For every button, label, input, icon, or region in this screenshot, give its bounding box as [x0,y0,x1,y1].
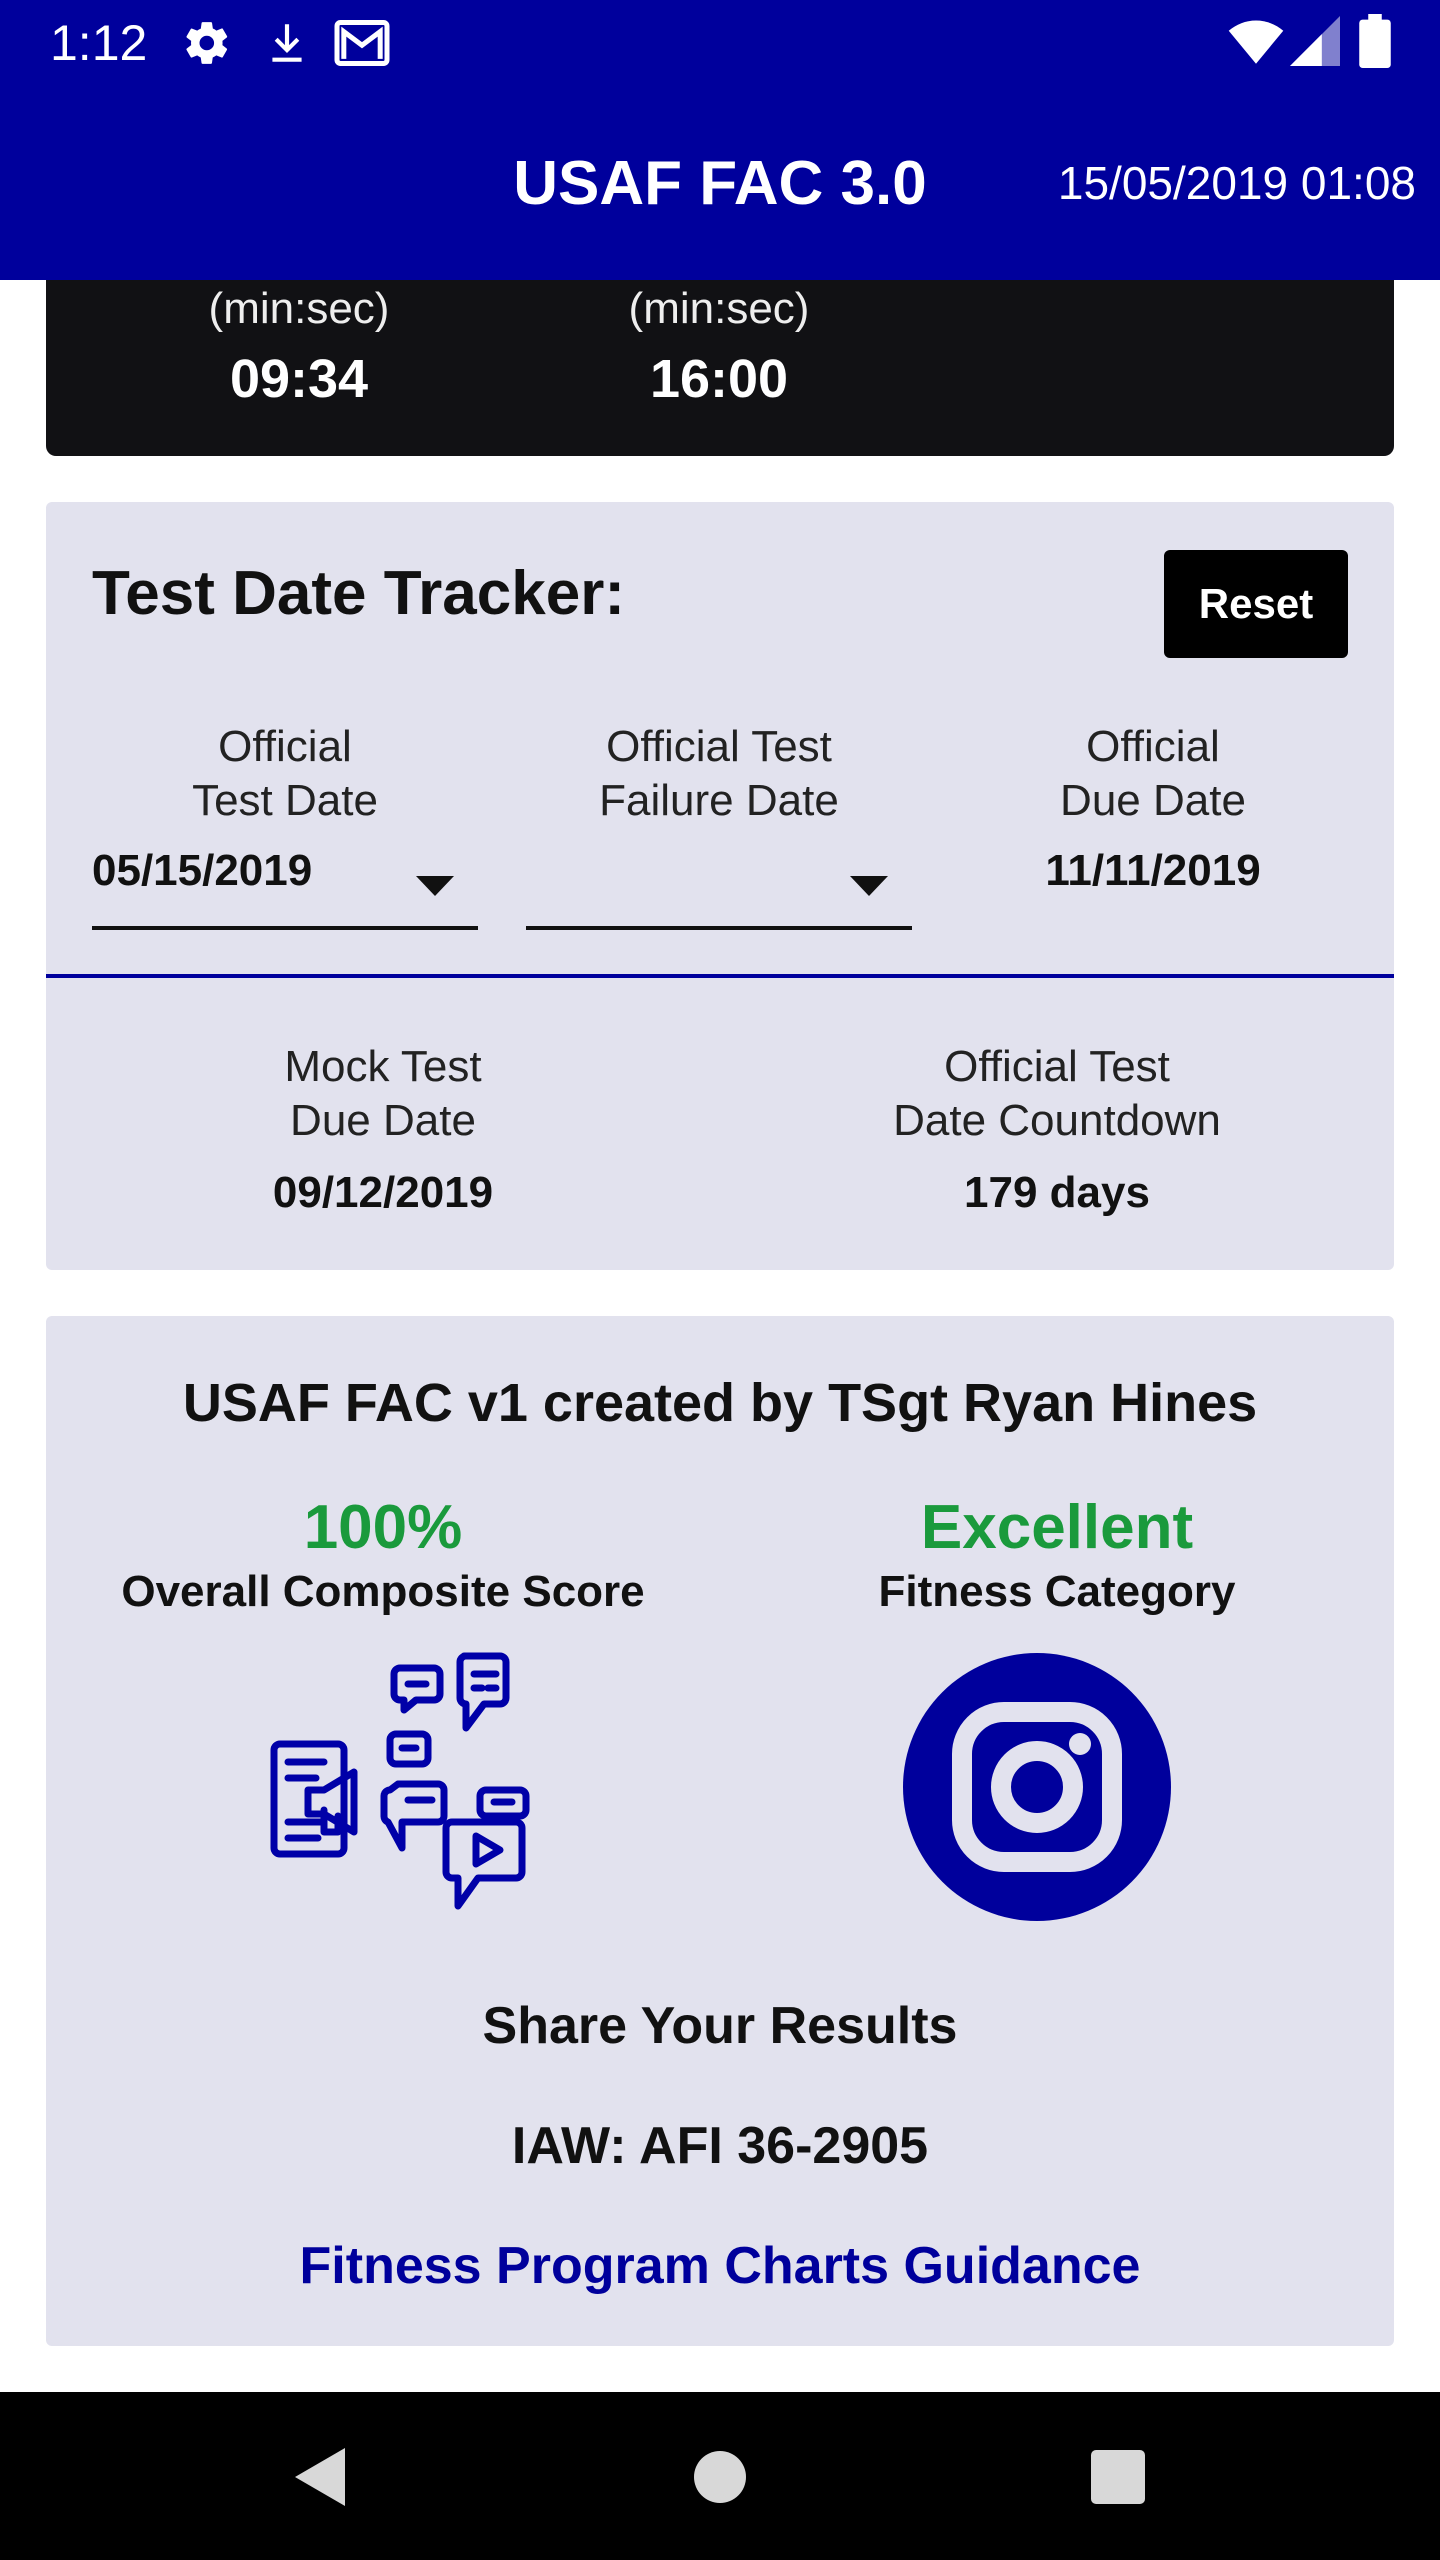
app-header: 1:12 USAF FAC 3.0 15/05/2019 01:08 [0,0,1440,280]
reset-button[interactable]: Reset [1164,550,1348,658]
composite-score-label: Overall Composite Score [121,1567,645,1616]
official-due-date-label: Official Due Date [960,720,1346,828]
dropdown-arrow-icon [416,876,454,896]
share-results-panel: USAF FAC v1 created by TSgt Ryan Hines 1… [46,1316,1394,2346]
composite-score-value: 100% [303,1493,463,1562]
status-bar: 1:12 [0,0,1440,84]
label-line: Date Countdown [893,1096,1221,1145]
label-line: Official [218,722,352,771]
official-due-date-value: 11/11/2019 [1045,846,1261,895]
section-divider [46,974,1394,978]
download-icon [272,24,302,62]
official-failure-date-dropdown[interactable] [526,842,912,930]
official-test-date-dropdown[interactable]: 05/15/2019 [92,842,478,930]
test-date-tracker-panel: Test Date Tracker: Reset Official Test D… [46,502,1394,1270]
time-unit-label: (min:sec) [208,284,390,333]
social-media-share-button[interactable] [268,1652,538,1922]
mock-test-due-date-value: 09/12/2019 [272,1168,494,1217]
fitness-category-label: Fitness Category [878,1567,1236,1616]
official-failure-date-label: Official Test Failure Date [526,720,912,828]
mock-test-due-date-label: Mock Test Due Date [46,1040,720,1148]
official-test-date-value: 05/15/2019 [92,846,313,895]
run-time-column: (min:sec) 09:34 [149,284,449,410]
label-line: Due Date [290,1096,476,1145]
creator-credit: USAF FAC v1 created by TSgt Ryan Hines [182,1373,1258,1433]
instagram-icon [903,1653,1171,1921]
iaw-reference: IAW: AFI 36-2905 [511,2117,929,2175]
label-line: Official Test [606,722,832,771]
fitness-category-value: Excellent [920,1493,1194,1562]
fitness-guidance-link[interactable]: Fitness Program Charts Guidance [46,2236,1394,2296]
dropdown-arrow-icon [850,876,888,896]
social-media-chat-icon [270,1652,530,1910]
app-datetime: 15/05/2019 01:08 [1057,157,1416,209]
navigation-bar [0,2392,1440,2560]
composite-score: 100% Overall Composite Score [46,1492,720,1617]
status-time: 1:12 [50,15,148,71]
label-line: Mock Test [284,1042,482,1091]
label-line: Official [1086,722,1220,771]
max-time-column: (min:sec) 16:00 [569,284,869,410]
run-time-card: (min:sec) 09:34 (min:sec) 16:00 [46,280,1394,456]
countdown-value: 179 days [964,1168,1150,1217]
home-icon[interactable] [675,2432,765,2522]
fitness-category: Excellent Fitness Category [720,1492,1394,1617]
signal-icon [1290,16,1340,66]
recents-icon[interactable] [1073,2432,1163,2522]
back-icon[interactable] [275,2432,365,2522]
label-line: Test Date [192,776,378,825]
share-results-title: Share Your Results [482,1997,958,2055]
max-time-value: 16:00 [649,349,789,409]
label-line: Failure Date [599,776,839,825]
run-time-value: 09:34 [229,349,369,409]
wifi-icon [1228,20,1284,64]
official-test-date-label: Official Test Date [92,720,478,828]
label-line: Official Test [944,1042,1170,1091]
instagram-share-button[interactable] [902,1652,1172,1922]
gmail-icon [334,20,390,66]
tracker-title: Test Date Tracker: [92,559,625,628]
time-unit-label: (min:sec) [628,284,810,333]
countdown-label: Official Test Date Countdown [720,1040,1394,1148]
label-line: Due Date [1060,776,1246,825]
battery-icon [1359,14,1391,68]
gear-icon [186,22,228,64]
